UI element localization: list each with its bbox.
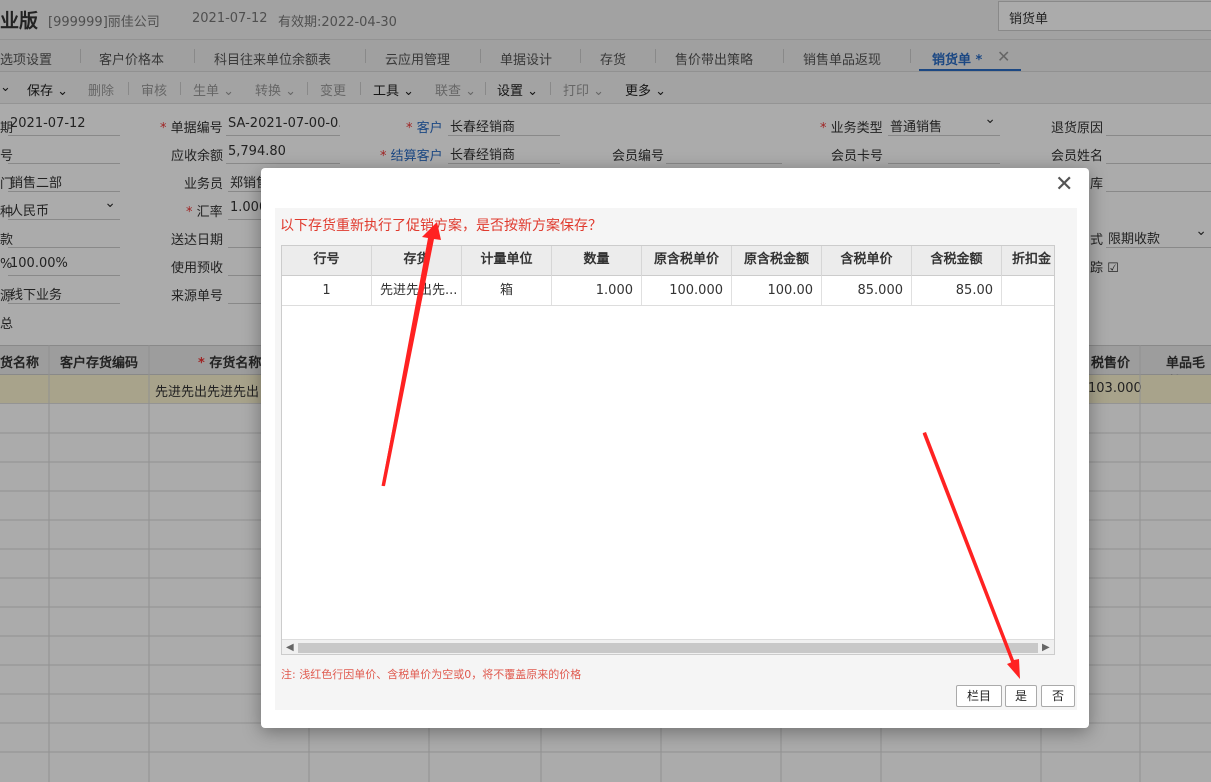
dialog-table-header: 行号 存货 计量单位 数量 原含税单价 原含税金额 含税单价 含税金额 折扣金 [282, 246, 1054, 276]
col-orig-price: 原含税单价 [642, 246, 732, 276]
cell-qty: 1.000 [552, 276, 642, 305]
dialog-table: 行号 存货 计量单位 数量 原含税单价 原含税金额 含税单价 含税金额 折扣金 … [281, 245, 1055, 655]
scroll-thumb[interactable] [298, 643, 1038, 653]
yes-button[interactable]: 是 [1005, 685, 1037, 707]
dialog-body: 以下存货重新执行了促销方案，是否按新方案保存？ 行号 存货 计量单位 数量 原含… [275, 208, 1077, 710]
col-discount: 折扣金 [1002, 246, 1054, 276]
col-orig-amount: 原含税金额 [732, 246, 822, 276]
no-button[interactable]: 否 [1041, 685, 1075, 707]
cell-orig-amount: 100.00 [732, 276, 822, 305]
cell-amount: 85.00 [912, 276, 1002, 305]
scroll-right-icon[interactable]: ▶ [1042, 640, 1050, 654]
col-price: 含税单价 [822, 246, 912, 276]
cell-orig-price: 100.000 [642, 276, 732, 305]
dialog-note: 注: 浅红色行因单价、含税单价为空或0，将不覆盖原来的价格 [281, 668, 582, 681]
cell-price: 85.000 [822, 276, 912, 305]
cell-unit: 箱 [462, 276, 552, 305]
col-amount: 含税金额 [912, 246, 1002, 276]
col-line: 行号 [282, 246, 372, 276]
col-unit: 计量单位 [462, 246, 552, 276]
col-item: 存货 [372, 246, 462, 276]
promotion-dialog: ✕ 以下存货重新执行了促销方案，是否按新方案保存？ 行号 存货 计量单位 数量 … [261, 168, 1089, 728]
col-qty: 数量 [552, 246, 642, 276]
scroll-left-icon[interactable]: ◀ [286, 640, 294, 654]
cell-item: 先进先出先... [372, 276, 462, 305]
dialog-message: 以下存货重新执行了促销方案，是否按新方案保存？ [280, 218, 602, 234]
columns-button[interactable]: 栏目 [956, 685, 1002, 707]
cell-discount [1002, 276, 1054, 305]
cell-line: 1 [282, 276, 372, 305]
horizontal-scrollbar[interactable]: ◀ ▶ [282, 639, 1054, 654]
close-icon[interactable]: ✕ [1055, 172, 1073, 197]
table-row[interactable]: 1 先进先出先... 箱 1.000 100.000 100.00 85.000… [282, 276, 1054, 306]
